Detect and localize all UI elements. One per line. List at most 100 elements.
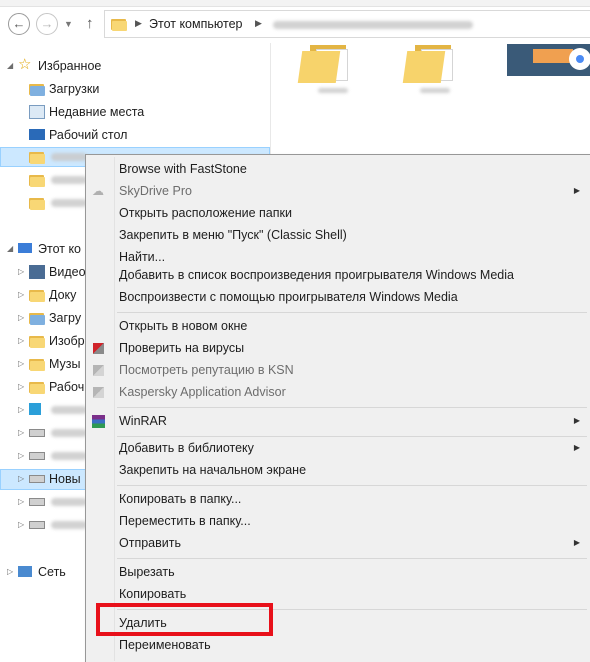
obscured-drive-name xyxy=(51,521,87,529)
arrow-right-icon: → xyxy=(40,16,54,31)
chevron-down-icon: ▼ xyxy=(64,19,73,29)
ribbon-edge xyxy=(0,0,590,7)
collapse-icon[interactable]: ◢ xyxy=(7,56,13,76)
menu-item-play-with-wmp[interactable]: Воспроизвести с помощью проигрывателя Wi… xyxy=(86,287,590,307)
obscured-drive-name xyxy=(51,498,87,506)
context-menu: Browse with FastStone ☁ SkyDrive Pro ▶ О… xyxy=(85,154,590,662)
menu-item-open-new-window[interactable]: Открыть в новом окне xyxy=(86,316,590,336)
pictures-folder-icon xyxy=(29,334,45,348)
menu-item-pin-to-start-screen[interactable]: Закрепить на начальном экране xyxy=(86,460,590,480)
menu-item-ksn-reputation[interactable]: Посмотреть репутацию в KSN xyxy=(86,360,590,380)
menu-item-add-to-library[interactable]: Добавить в библиотеку ▶ xyxy=(86,438,590,458)
menu-item-add-to-wmp-playlist[interactable]: Добавить в список воспроизведения проигр… xyxy=(86,265,590,285)
folder-large-icon[interactable] xyxy=(297,45,360,85)
video-folder-icon xyxy=(29,265,45,279)
folder-icon xyxy=(29,173,45,187)
menu-item-find[interactable]: Найти... xyxy=(86,247,590,267)
recent-places-icon xyxy=(29,105,45,119)
menu-item-cut[interactable]: Вырезать xyxy=(86,562,590,582)
back-button[interactable]: ← xyxy=(8,13,30,35)
menu-item-kaspersky-advisor[interactable]: Kaspersky Application Advisor xyxy=(86,382,590,402)
menu-separator xyxy=(117,558,587,559)
computer-icon xyxy=(18,243,32,253)
obscured-drive-name xyxy=(51,429,87,437)
drive-icon xyxy=(29,452,45,460)
obscured-folder-name xyxy=(51,176,87,184)
expand-icon[interactable]: ▷ xyxy=(18,285,24,305)
star-icon: ☆ xyxy=(18,56,32,73)
desktop-folder-icon xyxy=(29,380,45,394)
submenu-arrow-icon: ▶ xyxy=(573,186,580,195)
menu-item-browse-faststone[interactable]: Browse with FastStone xyxy=(86,159,590,179)
expand-icon[interactable]: ▷ xyxy=(18,377,24,397)
forward-button[interactable]: → xyxy=(36,13,58,35)
cloud-icon: ☁ xyxy=(92,184,104,198)
arrow-left-icon: ← xyxy=(12,16,26,31)
menu-item-scan-viruses[interactable]: Проверить на вирусы xyxy=(86,338,590,358)
menu-item-open-folder-location[interactable]: Открыть расположение папки xyxy=(86,203,590,223)
menu-item-rename[interactable]: Переименовать xyxy=(86,635,590,655)
expand-icon[interactable]: ▷ xyxy=(18,492,24,512)
submenu-arrow-icon: ▶ xyxy=(573,416,580,425)
kaspersky-icon xyxy=(93,365,104,376)
address-bar[interactable]: ▶ Этот компьютер ▶ xyxy=(104,10,590,38)
address-toolbar: ← → ▼ ↑ ▶ Этот компьютер ▶ xyxy=(0,7,590,43)
submenu-arrow-icon: ▶ xyxy=(573,538,580,547)
windows-drive-icon xyxy=(29,403,41,415)
thumbnail-preview[interactable] xyxy=(507,44,590,76)
expand-icon[interactable]: ▷ xyxy=(7,562,13,582)
menu-separator xyxy=(117,312,587,313)
documents-folder-icon xyxy=(29,288,45,302)
downloads-folder-icon xyxy=(29,82,45,96)
chrome-icon xyxy=(569,48,590,70)
kaspersky-icon xyxy=(93,343,104,354)
expand-icon[interactable]: ▷ xyxy=(18,331,24,351)
expand-icon[interactable]: ▷ xyxy=(18,423,24,443)
drive-icon xyxy=(29,498,45,506)
menu-item-copy-to-folder[interactable]: Копировать в папку... xyxy=(86,489,590,509)
folder-icon xyxy=(29,196,45,210)
arrow-up-icon: ↑ xyxy=(86,15,94,32)
menu-separator xyxy=(117,407,587,408)
expand-icon[interactable]: ▷ xyxy=(18,469,24,489)
menu-item-move-to-folder[interactable]: Переместить в папку... xyxy=(86,511,590,531)
expand-icon[interactable]: ▷ xyxy=(18,515,24,535)
menu-item-skydrive-pro[interactable]: ☁ SkyDrive Pro ▶ xyxy=(86,181,590,201)
obscured-folder-name xyxy=(51,199,87,207)
breadcrumb-this-pc[interactable]: Этот компьютер xyxy=(149,17,242,31)
menu-item-winrar[interactable]: WinRAR ▶ xyxy=(86,411,590,431)
music-folder-icon xyxy=(29,357,45,371)
menu-separator xyxy=(117,485,587,486)
obscured-breadcrumb xyxy=(273,21,473,29)
folder-icon xyxy=(111,17,127,31)
drive-icon xyxy=(29,475,45,483)
expand-icon[interactable]: ▷ xyxy=(18,354,24,374)
obscured-folder-name xyxy=(51,153,87,161)
recent-locations-button[interactable]: ▼ xyxy=(64,19,73,29)
obscured-drive-name xyxy=(51,452,87,460)
menu-item-send-to[interactable]: Отправить ▶ xyxy=(86,533,590,553)
delete-highlight-box xyxy=(96,603,273,636)
folder-large-icon[interactable] xyxy=(402,45,465,85)
breadcrumb-separator-icon[interactable]: ▶ xyxy=(135,18,142,29)
folder-icon xyxy=(29,150,45,164)
menu-item-copy[interactable]: Копировать xyxy=(86,584,590,604)
desktop-icon xyxy=(29,129,45,140)
expand-icon[interactable]: ▷ xyxy=(18,262,24,282)
obscured-item-name xyxy=(420,88,450,93)
winrar-icon xyxy=(92,415,105,428)
up-button[interactable]: ↑ xyxy=(86,15,94,32)
drive-icon xyxy=(29,521,45,529)
expand-icon[interactable]: ▷ xyxy=(18,446,24,466)
expand-icon[interactable]: ▷ xyxy=(18,400,24,420)
menu-separator xyxy=(117,436,587,437)
collapse-icon[interactable]: ◢ xyxy=(7,239,13,259)
breadcrumb-separator-icon[interactable]: ▶ xyxy=(255,18,262,29)
drive-icon xyxy=(29,429,45,437)
downloads-folder-icon xyxy=(29,311,45,325)
menu-item-pin-to-start-classic-shell[interactable]: Закрепить в меню "Пуск" (Classic Shell) xyxy=(86,225,590,245)
expand-icon[interactable]: ▷ xyxy=(18,308,24,328)
network-icon xyxy=(18,566,32,577)
submenu-arrow-icon: ▶ xyxy=(573,443,580,452)
obscured-drive-name xyxy=(51,406,87,414)
